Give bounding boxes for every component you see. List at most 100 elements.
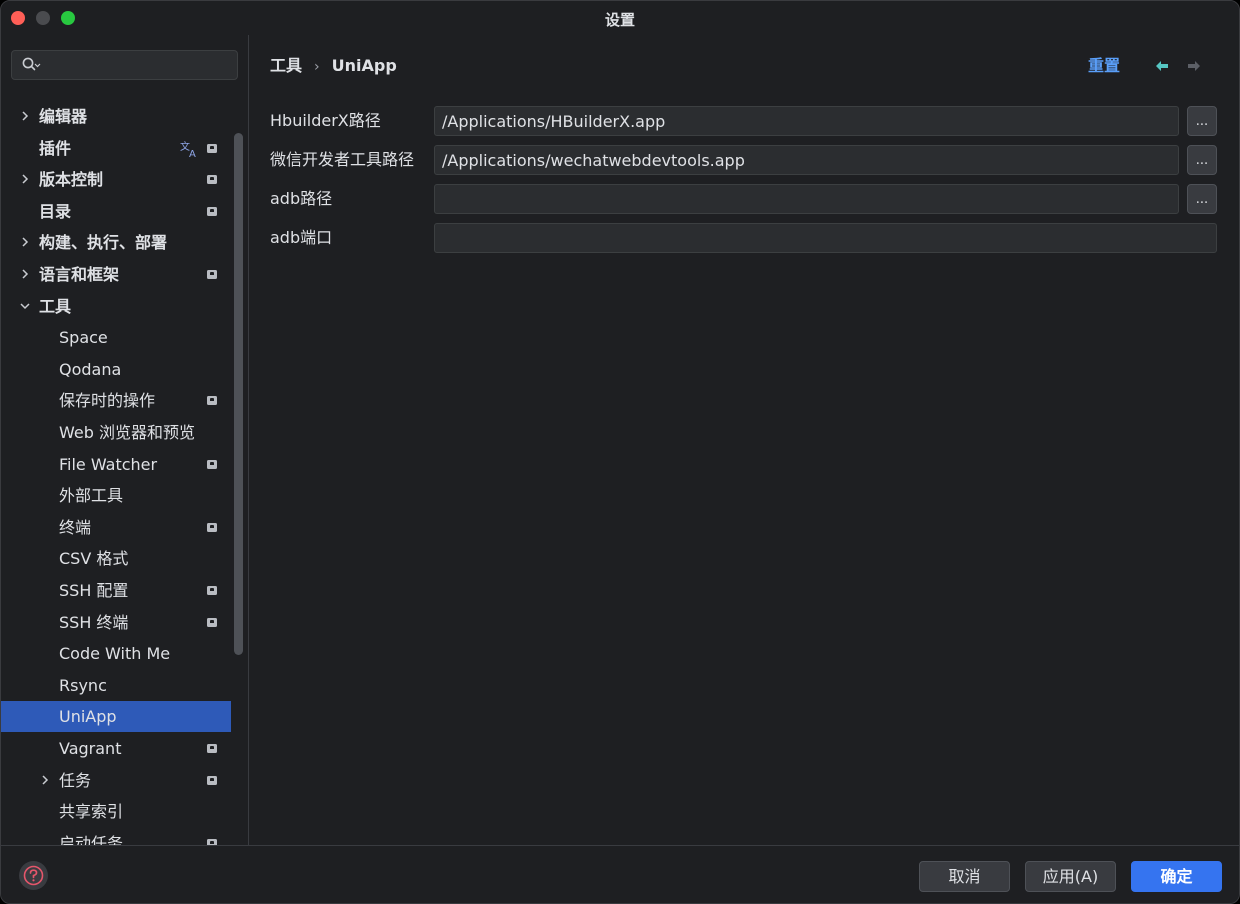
breadcrumb-current: UniApp <box>331 56 397 75</box>
sidebar-item[interactable]: 终端 <box>1 512 231 543</box>
sidebar-item-label: File Watcher <box>59 454 158 474</box>
chevron-right-icon[interactable] <box>39 765 53 796</box>
back-arrow-icon[interactable] <box>1154 58 1170 74</box>
sidebar-item[interactable]: UniApp <box>1 701 231 733</box>
help-icon <box>23 865 44 886</box>
sidebar-item[interactable]: Web 浏览器和预览 <box>1 417 231 448</box>
sidebar-item-label: 任务 <box>59 770 92 790</box>
project-level-icon <box>207 617 217 627</box>
project-level-icon <box>207 744 217 753</box>
sidebar-item-label: 构建、执行、部署 <box>39 233 168 253</box>
sidebar-item-label: Qodana <box>59 359 122 379</box>
sidebar-item-label: 工具 <box>39 296 72 316</box>
sidebar-item-label: SSH 配置 <box>59 581 129 600</box>
sidebar-item-label: Code With Me <box>59 644 171 664</box>
dialog-footer: 取消 应用(A) 确定 <box>1 845 1239 903</box>
sidebar-item[interactable]: 工具 <box>1 291 231 322</box>
ok-button[interactable]: 确定 <box>1131 861 1222 892</box>
sidebar-item[interactable]: Rsync <box>1 670 231 701</box>
sidebar-item[interactable]: 版本控制 <box>1 164 231 195</box>
sidebar-item-label: 保存时的操作 <box>59 391 156 411</box>
forward-arrow-icon[interactable] <box>1186 58 1202 74</box>
sidebar-item[interactable]: 目录 <box>1 196 231 227</box>
adb-path-field[interactable] <box>434 184 1179 214</box>
sidebar-item-label: Space <box>59 328 108 348</box>
project-level-icon <box>207 522 217 532</box>
hbuilderx-browse-button[interactable]: ... <box>1187 106 1217 136</box>
sidebar-item-label: 启动任务 <box>59 833 124 845</box>
apply-button[interactable]: 应用(A) <box>1025 861 1116 892</box>
sidebar-item-label: UniApp <box>59 707 117 727</box>
sidebar-item[interactable]: 启动任务 <box>1 828 231 845</box>
sidebar-item[interactable]: Qodana <box>1 354 231 385</box>
sidebar-item-label: Rsync <box>59 675 107 695</box>
project-level-icon <box>207 143 217 153</box>
sidebar-item[interactable]: 编辑器 <box>1 101 231 132</box>
sidebar-item[interactable]: 插件 文 A <box>1 133 231 164</box>
adb-path-label: adb路径 <box>270 189 333 208</box>
reset-link[interactable]: 重置 <box>1088 55 1120 77</box>
title-bar: 设置 <box>1 1 1239 35</box>
settings-content: 工具 › UniApp 重置 HbuilderX路径 ... 微信开发者工具路径 .… <box>250 35 1239 845</box>
chevron-right-icon[interactable] <box>19 227 33 258</box>
help-button[interactable] <box>19 861 48 890</box>
sidebar-item[interactable]: File Watcher <box>1 449 231 480</box>
sidebar-item[interactable]: 保存时的操作 <box>1 385 231 416</box>
sidebar-item-label: 版本控制 <box>39 170 104 190</box>
sidebar-item-label: SSH 终端 <box>59 612 129 632</box>
sidebar-item[interactable]: CSV 格式 <box>1 543 231 574</box>
svg-text:A: A <box>189 149 196 159</box>
translate-icon: 文A <box>179 138 199 160</box>
sidebar-item[interactable]: Code With Me <box>1 638 231 669</box>
project-level-icon <box>207 206 217 216</box>
chevron-down-icon[interactable] <box>19 291 33 322</box>
sidebar-item-label: Web 浏览器和预览 <box>59 423 195 442</box>
chevron-right-icon[interactable] <box>19 164 33 195</box>
adb-port-field[interactable] <box>434 223 1217 253</box>
sidebar-item-label: 终端 <box>59 517 92 537</box>
project-level-icon <box>207 175 217 185</box>
sidebar-item-label: 共享索引 <box>59 802 124 822</box>
sidebar-item-label: 目录 <box>39 201 72 221</box>
sidebar-item[interactable]: 语言和框架 <box>1 259 231 290</box>
sidebar-item[interactable]: 任务 <box>1 765 231 796</box>
sidebar-scrollbar[interactable] <box>234 133 243 655</box>
sidebar-item-label: Vagrant <box>59 739 122 758</box>
project-level-icon <box>207 586 217 595</box>
wechat-devtools-path-row: 微信开发者工具路径 ... <box>270 145 1220 175</box>
project-level-icon <box>207 270 217 279</box>
adb-path-browse-button[interactable]: ... <box>1187 184 1217 214</box>
wechat-devtools-path-field[interactable] <box>434 145 1179 175</box>
hbuilderx-path-label: HbuilderX路径 <box>270 111 381 130</box>
search-field[interactable] <box>11 50 238 80</box>
adb-port-row: adb端口 <box>270 223 1220 253</box>
sidebar-item[interactable]: SSH 配置 <box>1 575 231 606</box>
sidebar-item[interactable]: Space <box>1 322 231 353</box>
sidebar-item[interactable]: 构建、执行、部署 <box>1 227 231 258</box>
adb-port-label: adb端口 <box>270 228 333 247</box>
window-title: 设置 <box>604 11 635 29</box>
wechat-devtools-browse-button[interactable]: ... <box>1187 145 1217 175</box>
cancel-button[interactable]: 取消 <box>919 861 1010 892</box>
settings-window: 设置 编辑器 插件文 A 版本控制 目录 构建、执行、部署 语言和框架 工具 Space Qoda… <box>0 0 1240 904</box>
sidebar-item-label: 语言和框架 <box>39 265 120 284</box>
search-icon[interactable] <box>21 56 41 74</box>
project-level-icon <box>207 775 217 785</box>
sidebar-item-label: 编辑器 <box>39 107 88 126</box>
wechat-devtools-path-label: 微信开发者工具路径 <box>270 150 415 169</box>
hbuilderx-path-field[interactable] <box>434 106 1179 136</box>
chevron-right-icon[interactable] <box>19 101 33 132</box>
project-level-icon <box>207 396 217 406</box>
breadcrumb-parent[interactable]: 工具 <box>270 56 302 75</box>
sidebar-item[interactable]: SSH 终端 <box>1 607 231 638</box>
settings-sidebar: 编辑器插件 文 A 版本控制目录构建、执行、部署 语言和框架工具 Space Qodana 保… <box>1 35 249 845</box>
sidebar-item[interactable]: 共享索引 <box>1 796 231 827</box>
breadcrumb: 工具 › UniApp <box>270 55 397 77</box>
sidebar-item[interactable]: 外部工具 <box>1 480 231 511</box>
hbuilderx-path-row: HbuilderX路径 ... <box>270 106 1220 136</box>
settings-tree: 编辑器插件 文 A 版本控制目录构建、执行、部署 语言和框架工具 Space Qodana 保… <box>1 87 231 845</box>
sidebar-item[interactable]: Vagrant <box>1 733 231 764</box>
breadcrumb-separator: › <box>314 59 320 75</box>
chevron-right-icon[interactable] <box>19 259 33 290</box>
sidebar-item-label: 外部工具 <box>59 486 124 506</box>
